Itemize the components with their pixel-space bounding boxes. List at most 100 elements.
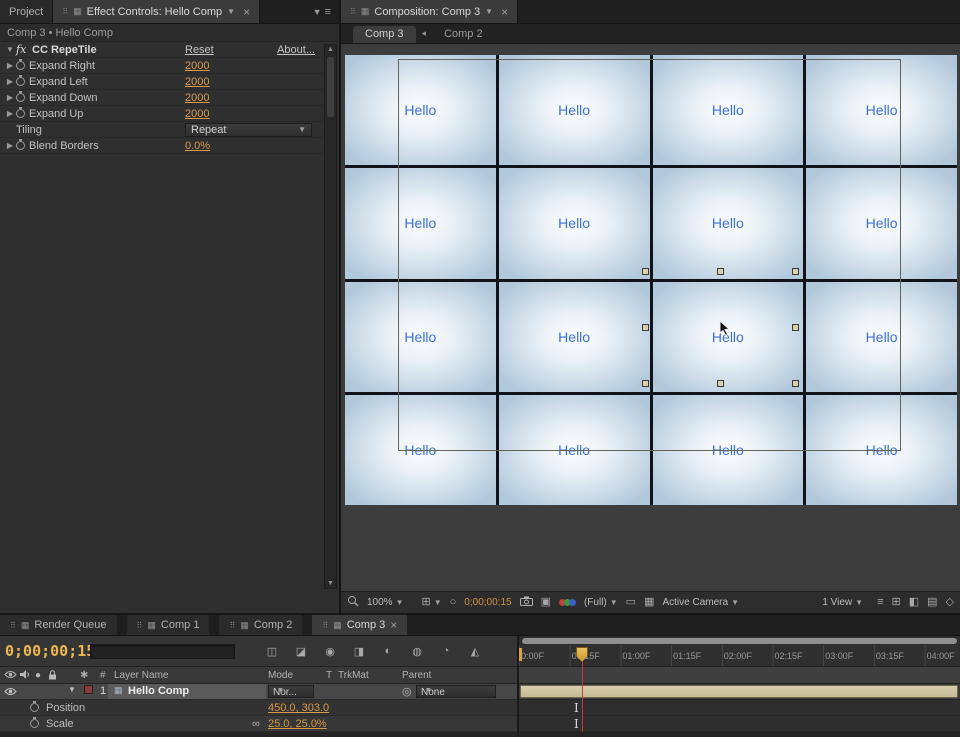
layer-track[interactable] — [519, 684, 960, 700]
scroll-up-icon[interactable]: ▲ — [325, 46, 336, 53]
selection-handle[interactable] — [642, 268, 649, 275]
chevron-down-icon[interactable]: ▼ — [485, 7, 493, 16]
effect-header[interactable]: ▼ fx CC RepeTile Reset About... — [0, 42, 323, 58]
effect-property-row[interactable]: ▶Expand Down2000 — [0, 90, 323, 106]
scale-value[interactable]: 25.0, 25.0% — [268, 718, 327, 730]
preview-timecode[interactable]: 0;00;00;15 — [464, 597, 511, 608]
blend-mode-dropdown[interactable]: Nor... ▼ — [268, 685, 314, 698]
frame-blend-icon[interactable]: ◨ — [350, 643, 368, 659]
resolution-dropdown[interactable]: (Full) ▼ — [584, 597, 618, 608]
scroll-down-icon[interactable]: ▼ — [325, 580, 336, 587]
scale-track[interactable]: I — [519, 716, 960, 732]
channels-icon[interactable] — [559, 599, 576, 606]
scrollbar-thumb[interactable] — [327, 57, 334, 117]
time-navigator-bar[interactable] — [522, 638, 957, 644]
position-track[interactable]: I — [519, 700, 960, 716]
timeline-tab-comp-2[interactable]: ⠿▦Comp 2 — [219, 615, 302, 635]
zoom-dropdown[interactable]: 100% ▼ — [367, 597, 404, 608]
twirl-right-icon[interactable]: ▶ — [4, 109, 16, 118]
effect-property-row[interactable]: ▶Expand Left2000 — [0, 74, 323, 90]
viewer-tab-comp2[interactable]: Comp 2 — [432, 26, 495, 43]
twirl-down-icon[interactable]: ▼ — [4, 45, 16, 54]
property-value[interactable]: 2000 — [185, 60, 209, 72]
selection-handle[interactable] — [717, 268, 724, 275]
selection-handle[interactable] — [792, 268, 799, 275]
twirl-right-icon[interactable]: ▶ — [4, 93, 16, 102]
snapshot-icon[interactable] — [520, 596, 533, 609]
view-layout-dropdown[interactable]: 1 View ▼ — [822, 597, 863, 608]
previous-viewer-icon[interactable]: ◂ — [422, 28, 427, 39]
stopwatch-icon[interactable] — [16, 141, 25, 150]
motion-blur-icon[interactable]: ◐ — [379, 643, 397, 659]
stopwatch-icon[interactable] — [16, 109, 25, 118]
selection-handle[interactable] — [642, 380, 649, 387]
effect-name[interactable]: CC RepeTile — [32, 44, 97, 56]
twirl-down-icon[interactable]: ▼ — [68, 685, 76, 694]
stopwatch-icon[interactable] — [16, 77, 25, 86]
selection-handle[interactable] — [717, 380, 724, 387]
property-value[interactable]: 2000 — [185, 92, 209, 104]
current-time-display[interactable]: 0;00;00;15 — [5, 642, 95, 660]
parent-dropdown[interactable]: None ▼ — [416, 685, 496, 698]
mask-visibility-icon[interactable]: ○ — [450, 597, 457, 608]
tab-composition[interactable]: ⠿ ▦ Composition: Comp 3 ▼ × — [341, 0, 518, 23]
timeline-tab-comp-3[interactable]: ⠿▦Comp 3× — [312, 615, 407, 635]
constrain-proportions-icon[interactable]: ∞ — [252, 718, 260, 730]
brainstorm-icon[interactable]: ◍ — [408, 643, 426, 659]
viewer-tab-comp3[interactable]: Comp 3 — [353, 26, 416, 43]
property-row-position[interactable]: Position 450.0, 303.0 — [0, 700, 517, 716]
pickwhip-icon[interactable]: ◎ — [402, 685, 412, 698]
comp-canvas[interactable]: HelloHelloHelloHelloHelloHelloHelloHello… — [345, 55, 957, 505]
keyframe-ibeam[interactable]: I — [574, 717, 579, 731]
stopwatch-icon[interactable] — [16, 93, 25, 102]
effect-property-row[interactable]: ▶Expand Up2000 — [0, 106, 323, 122]
selection-handle[interactable] — [792, 324, 799, 331]
transparency-grid-icon[interactable]: ▦ — [644, 597, 654, 608]
stopwatch-icon[interactable] — [16, 61, 25, 70]
ec-scrollbar[interactable]: ▲ ▼ — [324, 44, 337, 589]
grid-and-guides-icon[interactable]: ⊞▼ — [422, 597, 442, 608]
comp-viewport[interactable]: HelloHelloHelloHelloHelloHelloHelloHello… — [341, 44, 960, 591]
draft-3d-icon[interactable]: ◪ — [292, 643, 310, 659]
position-value[interactable]: 450.0, 303.0 — [268, 702, 329, 714]
label-color-swatch[interactable] — [84, 685, 93, 694]
property-value[interactable]: 0.0% — [185, 140, 210, 152]
close-icon[interactable]: × — [243, 5, 250, 19]
timeline-tab-render-queue[interactable]: ⠿▦Render Queue — [0, 615, 117, 635]
panel-menu-icon[interactable]: ▼≡ — [305, 0, 339, 23]
eye-icon[interactable] — [4, 687, 17, 699]
property-value[interactable]: 2000 — [185, 108, 209, 120]
layer-row[interactable]: ▼ 1 ▦ Hello Comp Nor... ▼ ◎ None ▼ — [0, 684, 517, 700]
chevron-down-icon[interactable]: ▼ — [227, 7, 235, 16]
layer-duration-bar[interactable] — [520, 685, 958, 698]
layer-name[interactable]: Hello Comp — [128, 685, 189, 697]
property-row-scale[interactable]: Scale ∞ 25.0, 25.0% — [0, 716, 517, 732]
region-of-interest-icon[interactable]: ▭ — [626, 597, 636, 608]
close-icon[interactable]: × — [390, 618, 397, 632]
comp-mini-flowchart-icon[interactable]: ◫ — [263, 643, 281, 659]
effect-property-row[interactable]: ▶Blend Borders0.0% — [0, 138, 323, 154]
work-area-band[interactable] — [519, 667, 960, 684]
graph-editor-icon[interactable]: ◭ — [466, 643, 484, 659]
pixel-aspect-icon[interactable]: ⊞ — [892, 597, 901, 608]
keyframe-ibeam[interactable]: I — [574, 701, 579, 715]
effect-property-row[interactable]: ▶Expand Right2000 — [0, 58, 323, 74]
reset-button[interactable]: Reset — [185, 44, 214, 56]
tab-effect-controls[interactable]: ⠿ ▦ Effect Controls: Hello Comp ▼ × — [53, 0, 260, 23]
work-area-start-marker[interactable] — [519, 648, 522, 661]
property-value[interactable]: 2000 — [185, 76, 209, 88]
close-icon[interactable]: × — [501, 5, 508, 19]
active-camera-dropdown[interactable]: Active Camera ▼ — [662, 597, 739, 608]
flowchart-icon[interactable]: ◇ — [946, 597, 954, 608]
fast-previews-icon[interactable]: ◧ — [909, 597, 919, 608]
tab-project[interactable]: Project — [0, 0, 53, 23]
search-input[interactable] — [90, 644, 235, 659]
twirl-right-icon[interactable]: ▶ — [4, 61, 16, 70]
timeline-icon[interactable]: ▤ — [927, 597, 937, 608]
hide-shy-icon[interactable]: ◉ — [321, 643, 339, 659]
timeline-track-area[interactable]: 0:00F00;15F01:00F01:15F02:00F02:15F03:00… — [519, 636, 960, 737]
magnification-icon[interactable] — [347, 595, 359, 610]
selection-handle[interactable] — [792, 380, 799, 387]
auto-keyframe-icon[interactable]: ◔ — [437, 643, 455, 659]
twirl-right-icon[interactable]: ▶ — [4, 77, 16, 86]
